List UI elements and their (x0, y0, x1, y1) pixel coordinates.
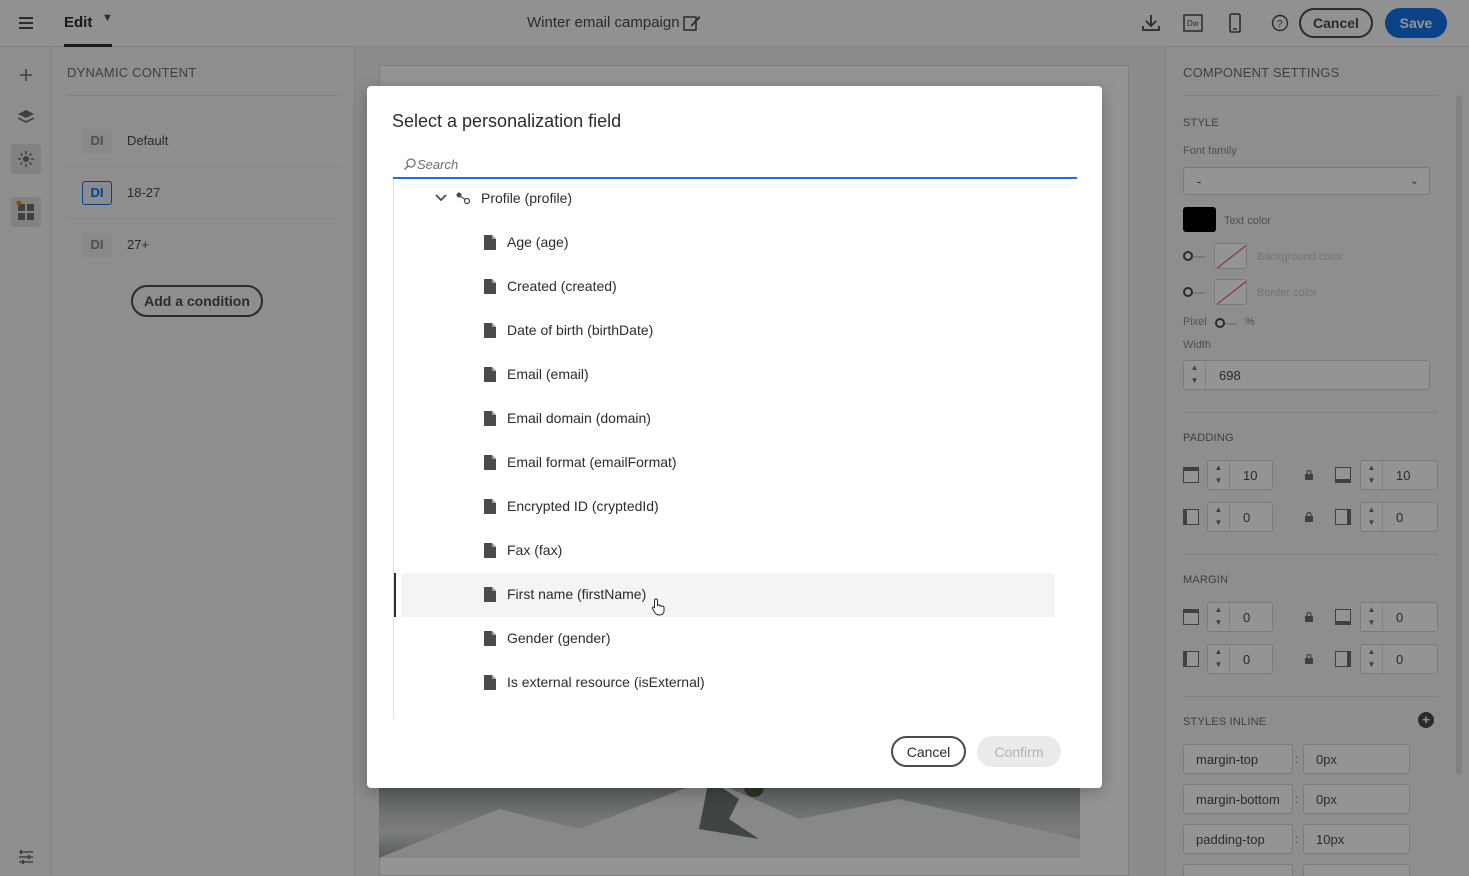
tree-field-label: Email domain (domain) (507, 410, 651, 426)
tree-field-item[interactable]: Date of birth (birthDate) (394, 309, 1054, 353)
tree-field-label: Fax (fax) (507, 542, 563, 558)
tree-field-item[interactable]: Gender (gender) (394, 617, 1054, 661)
tree-field-item-hovered[interactable]: First name (firstName) (401, 573, 1055, 617)
file-icon (484, 455, 496, 470)
tree-field-item[interactable]: Email domain (domain) (394, 397, 1054, 441)
file-icon (484, 675, 496, 690)
chevron-down-icon[interactable] (434, 193, 448, 203)
file-icon (484, 367, 496, 382)
tree-field-label: Age (age) (507, 234, 569, 250)
file-icon (484, 323, 496, 338)
hand-cursor-icon (651, 598, 665, 616)
tree-field-label: Encrypted ID (cryptedId) (507, 498, 659, 514)
file-icon (484, 279, 496, 294)
tree-field-item[interactable]: Fax (fax) (394, 529, 1054, 573)
file-icon (484, 587, 496, 602)
personalization-field-dialog: Select a personalization field Search Pr… (367, 86, 1102, 788)
tree-node-profile[interactable]: Profile (profile) (394, 179, 1054, 221)
tree-field-item[interactable]: Age (age) (394, 221, 1054, 265)
link-node-icon (456, 192, 471, 205)
tree-field-item[interactable]: Email (email) (394, 353, 1054, 397)
tree-field-label: Gender (gender) (507, 630, 611, 646)
search-input[interactable]: Search (393, 152, 1077, 179)
file-icon (484, 235, 496, 250)
tree-field-label: Email format (emailFormat) (507, 454, 677, 470)
tree-field-label: Is external resource (isExternal) (507, 674, 705, 690)
dialog-confirm-button[interactable]: Confirm (977, 736, 1061, 767)
hover-indicator (394, 573, 396, 617)
dialog-title: Select a personalization field (392, 111, 622, 131)
search-placeholder: Search (417, 157, 459, 172)
file-icon (484, 499, 496, 514)
tree-field-label: Email (email) (507, 366, 589, 382)
search-icon (403, 158, 416, 171)
file-icon (484, 631, 496, 646)
tree-field-item[interactable]: Encrypted ID (cryptedId) (394, 485, 1054, 529)
field-tree: Profile (profile) Age (age) Created (cre… (393, 179, 1077, 719)
file-icon (484, 543, 496, 558)
tree-field-item[interactable]: Is external resource (isExternal) (394, 661, 1054, 705)
tree-field-item[interactable]: Created (created) (394, 265, 1054, 309)
tree-field-label: Created (created) (507, 278, 617, 294)
tree-field-label: Date of birth (birthDate) (507, 322, 654, 338)
tree-field-label: First name (firstName) (507, 586, 647, 602)
dialog-cancel-button[interactable]: Cancel (891, 736, 966, 767)
tree-field-item[interactable]: Email format (emailFormat) (394, 441, 1054, 485)
tree-node-label: Profile (profile) (481, 190, 573, 206)
file-icon (484, 411, 496, 426)
